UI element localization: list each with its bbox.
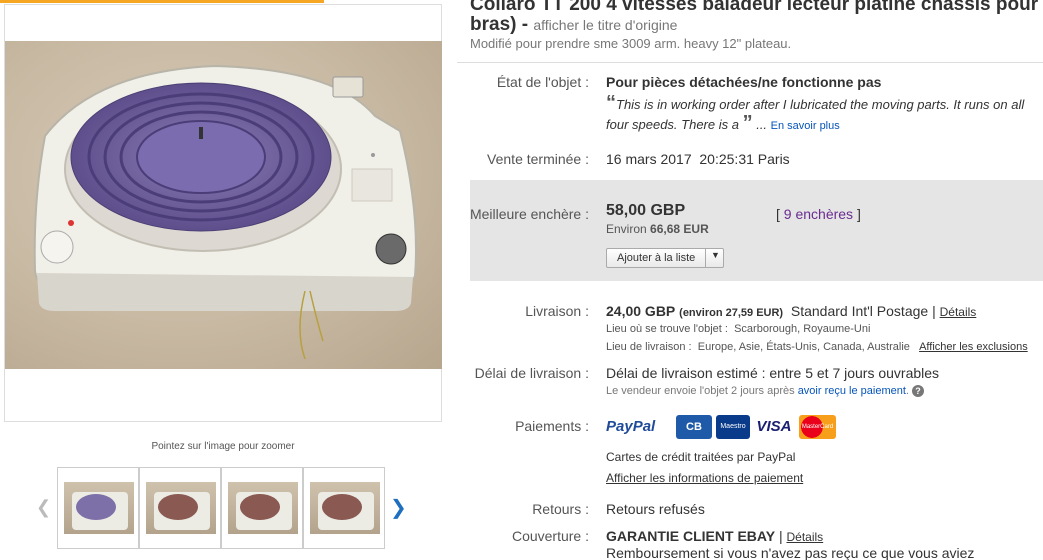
maestro-card-icon: Maestro xyxy=(716,415,750,439)
help-icon[interactable]: ? xyxy=(912,385,925,397)
exclusions-link[interactable]: Afficher les exclusions xyxy=(919,341,1028,353)
coverage-note: Remboursement si vous n'avez pas reçu ce… xyxy=(606,545,975,560)
zoom-hint: Pointez sur l'image pour zoomer xyxy=(151,441,295,452)
thumbnail-strip: ❮ ❯ xyxy=(36,467,408,549)
payment-received-link[interactable]: avoir reçu le paiement xyxy=(798,385,906,397)
header-accent-bar xyxy=(0,0,324,3)
item-location: Lieu où se trouve l'objet : Scarborough,… xyxy=(606,323,870,335)
divider xyxy=(457,62,1043,63)
cb-card-icon: CB xyxy=(676,415,712,439)
mastercard-card-icon: MasterCard xyxy=(799,415,836,439)
thumbnail-4[interactable] xyxy=(303,467,385,549)
sale-end-value: 16 mars 2017 20:25:31 Paris xyxy=(606,151,790,167)
turntable-photo xyxy=(33,64,417,360)
bid-approx-prefix: Environ xyxy=(606,222,647,236)
shipping-service: Standard Int'l Postage xyxy=(790,303,929,319)
bid-count-link[interactable]: 9 enchères xyxy=(784,206,853,222)
watchlist-button-label: Ajouter à la liste xyxy=(617,252,696,264)
image-gallery xyxy=(4,4,442,422)
coverage-details-link[interactable]: Détails xyxy=(786,530,823,544)
payments-label: Paiements : xyxy=(515,418,589,434)
item-subtitle: Modifié pour prendre sme 3009 arm. heavy… xyxy=(470,36,792,51)
quote-open-icon: “ xyxy=(606,92,616,114)
condition-label: État de l'objet : xyxy=(496,74,589,90)
main-product-image[interactable] xyxy=(5,41,442,369)
bid-panel xyxy=(470,180,1043,281)
item-title-line2: bras) - afficher le titre d'origine xyxy=(470,14,677,36)
ship-to-label: Lieu de livraison : xyxy=(606,341,692,353)
returns-value: Retours refusés xyxy=(606,501,705,517)
ship-to: Lieu de livraison : Europe, Asie, États-… xyxy=(606,341,1028,353)
original-title-link[interactable]: afficher le titre d'origine xyxy=(533,17,677,33)
delivery-label: Délai de livraison : xyxy=(474,365,589,381)
cards-note: Cartes de crédit traitées par PayPal xyxy=(606,450,796,464)
button-separator xyxy=(705,249,706,267)
condition-value: Pour pièces détachées/ne fonctionne pas xyxy=(606,74,882,90)
coverage-value: GARANTIE CLIENT EBAY xyxy=(606,528,776,544)
chevron-left-icon[interactable]: ❮ xyxy=(36,497,51,518)
bid-approx: Environ 66,68 EUR xyxy=(606,222,709,236)
thumbnail-1[interactable] xyxy=(57,467,139,549)
sale-end-label: Vente terminée : xyxy=(487,151,589,167)
shipping-details-link[interactable]: Détails xyxy=(940,305,977,319)
coverage-label: Couverture : xyxy=(511,528,589,544)
shipping-approx: (environ 27,59 EUR) xyxy=(679,307,784,319)
shipping-line: 24,00 GBP (environ 27,59 EUR) Standard I… xyxy=(606,303,977,319)
coverage-line: GARANTIE CLIENT EBAY | Détails xyxy=(606,528,824,544)
shipping-label: Livraison : xyxy=(525,303,589,319)
bid-approx-value: 66,68 EUR xyxy=(650,222,709,236)
thumb-platter xyxy=(76,494,116,520)
visa-card-icon: VISA xyxy=(756,418,792,435)
paypal-logo: PayPal xyxy=(606,418,656,435)
quote-close-icon: ” xyxy=(742,112,753,134)
returns-label: Retours : xyxy=(532,501,589,517)
sale-end-date: 16 mars 2017 xyxy=(606,151,692,167)
chevron-down-icon[interactable]: ▼ xyxy=(711,250,720,260)
bid-label: Meilleure enchère : xyxy=(469,206,589,222)
item-title-end: bras) - xyxy=(470,14,529,35)
thumbnail-2[interactable] xyxy=(139,467,221,549)
item-location-value: Scarborough, Royaume-Uni xyxy=(734,323,871,335)
bid-price: 58,00 GBP xyxy=(606,202,686,219)
chevron-right-icon[interactable]: ❯ xyxy=(390,495,407,520)
seller-note: “This is in working order after I lubric… xyxy=(606,92,1025,134)
item-location-label: Lieu où se trouve l'objet : xyxy=(606,323,728,335)
add-to-watchlist-button[interactable]: Ajouter à la liste ▼ xyxy=(606,248,724,268)
payment-info-link[interactable]: Afficher les informations de paiement xyxy=(606,471,803,485)
shipping-price: 24,00 GBP xyxy=(606,303,676,319)
thumbnail-3[interactable] xyxy=(221,467,303,549)
dispatch-note: Le vendeur envoie l'objet 2 jours après … xyxy=(606,385,925,397)
delivery-estimate: Délai de livraison estimé : entre 5 et 7… xyxy=(606,365,940,381)
ship-to-value: Europe, Asie, États-Unis, Canada, Austra… xyxy=(697,341,910,353)
read-more-link[interactable]: En savoir plus xyxy=(771,120,840,132)
bid-count: [ 9 enchères ] xyxy=(776,206,861,222)
dispatch-note-text: Le vendeur envoie l'objet 2 jours après xyxy=(606,385,795,397)
sale-end-time: 20:25:31 Paris xyxy=(699,151,790,167)
